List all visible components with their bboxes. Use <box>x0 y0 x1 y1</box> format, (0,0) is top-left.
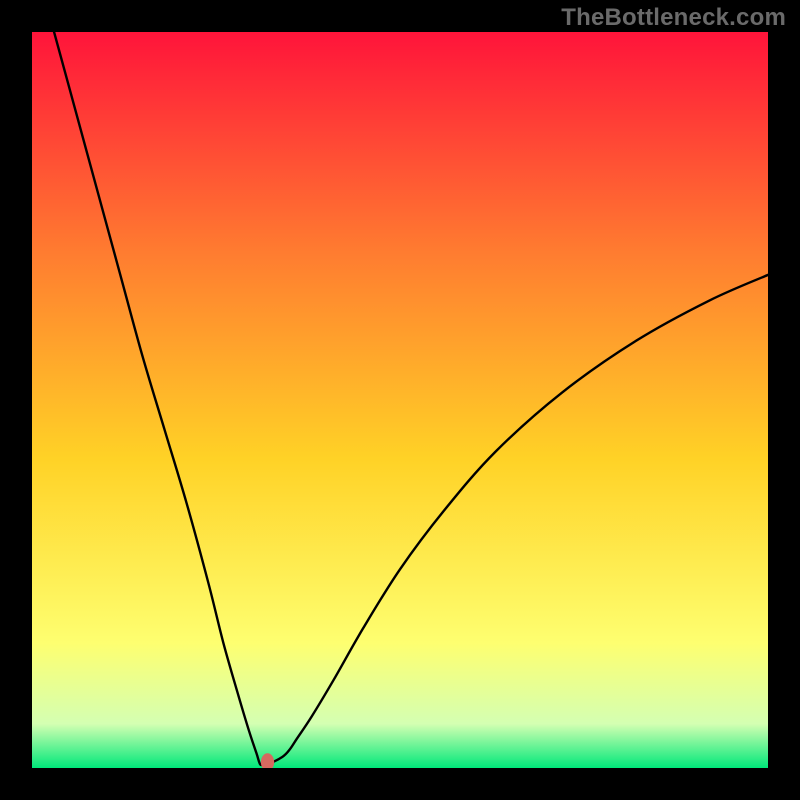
chart-svg <box>32 32 768 768</box>
plot-area <box>32 32 768 768</box>
plot-background <box>32 32 768 768</box>
chart-frame: TheBottleneck.com <box>0 0 800 800</box>
watermark-text: TheBottleneck.com <box>561 4 786 32</box>
